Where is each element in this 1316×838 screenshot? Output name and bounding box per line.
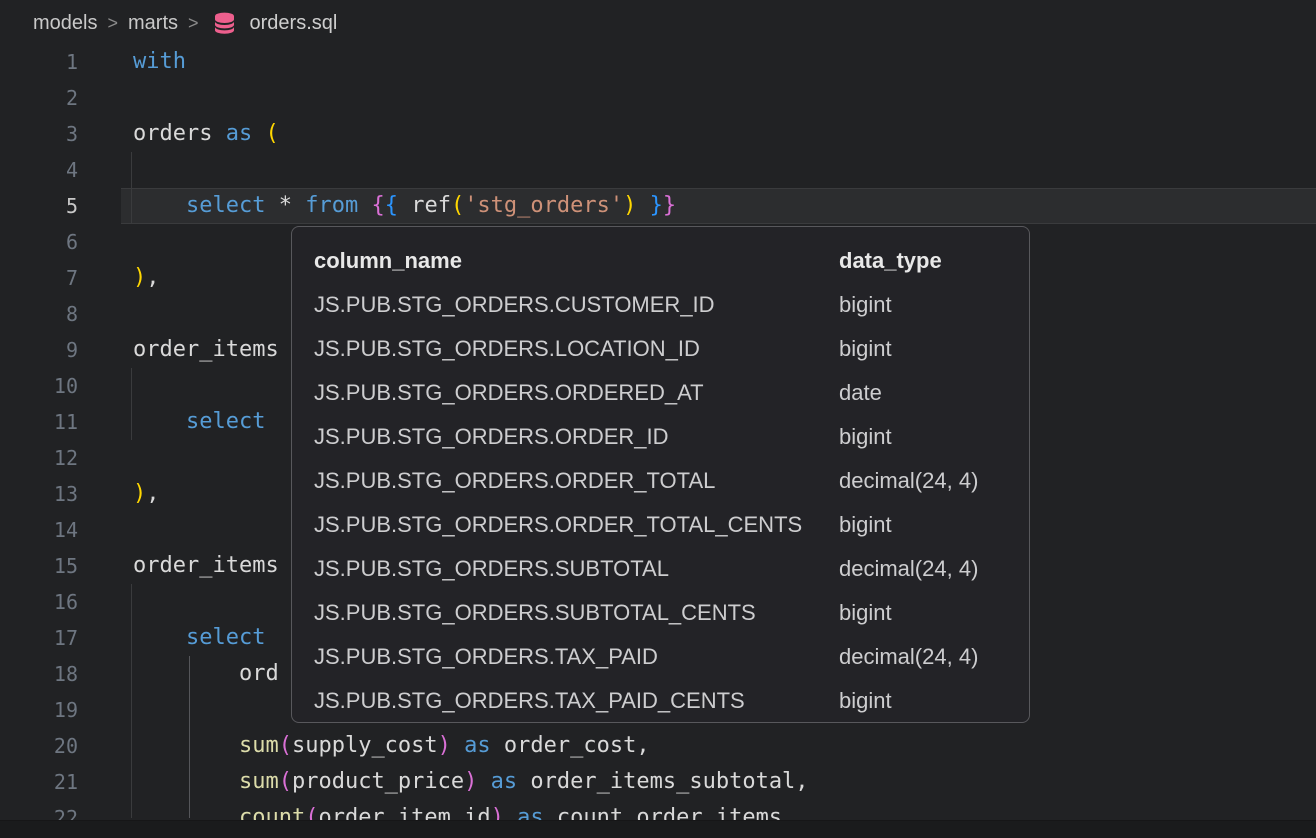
code-line[interactable]: 5 select * from {{ ref('stg_orders') }} — [0, 188, 1316, 224]
popup-cell-data-type: bigint — [839, 591, 1007, 635]
popup-cell-column-name: JS.PUB.STG_ORDERS.SUBTOTAL_CENTS — [314, 591, 839, 635]
line-number[interactable]: 15 — [0, 548, 78, 584]
line-number[interactable]: 11 — [0, 404, 78, 440]
line-number[interactable]: 1 — [0, 44, 78, 80]
code-text — [78, 584, 133, 620]
code-text — [78, 692, 133, 728]
popup-cell-column-name: JS.PUB.STG_ORDERS.ORDER_TOTAL_CENTS — [314, 503, 839, 547]
popup-table-row: JS.PUB.STG_ORDERS.LOCATION_IDbigint — [292, 327, 1029, 371]
line-number[interactable]: 14 — [0, 512, 78, 548]
line-number[interactable]: 6 — [0, 224, 78, 260]
popup-table-row: JS.PUB.STG_ORDERS.CUSTOMER_IDbigint — [292, 283, 1029, 327]
code-text — [78, 152, 133, 188]
popup-cell-column-name: JS.PUB.STG_ORDERS.TAX_PAID — [314, 635, 839, 679]
code-text: select — [78, 404, 265, 440]
popup-cell-column-name: JS.PUB.STG_ORDERS.ORDER_ID — [314, 415, 839, 459]
popup-cell-column-name: JS.PUB.STG_ORDERS.SUBTOTAL — [314, 547, 839, 591]
popup-cell-data-type: decimal(24, 4) — [839, 547, 1007, 591]
line-number[interactable]: 10 — [0, 368, 78, 404]
line-number[interactable]: 19 — [0, 692, 78, 728]
code-text — [78, 224, 133, 260]
popup-cell-data-type: date — [839, 371, 1007, 415]
popup-cell-data-type: bigint — [839, 283, 1007, 327]
code-text: order_items — [78, 548, 279, 584]
popup-cell-column-name: JS.PUB.STG_ORDERS.TAX_PAID_CENTS — [314, 679, 839, 723]
code-text — [78, 80, 133, 116]
breadcrumb-item-models[interactable]: models — [33, 12, 97, 35]
code-text: ), — [78, 260, 160, 296]
line-number[interactable]: 9 — [0, 332, 78, 368]
code-line[interactable]: 21 sum(product_price) as order_items_sub… — [0, 764, 1316, 800]
code-text: order_items — [78, 332, 279, 368]
line-number[interactable]: 12 — [0, 440, 78, 476]
code-text — [78, 296, 133, 332]
code-text: select * from {{ ref('stg_orders') }} — [78, 188, 676, 224]
popup-table-row: JS.PUB.STG_ORDERS.ORDER_TOTAL_CENTSbigin… — [292, 503, 1029, 547]
popup-header-row: column_name data_type — [292, 239, 1029, 283]
line-number[interactable]: 3 — [0, 116, 78, 152]
popup-cell-data-type: bigint — [839, 415, 1007, 459]
popup-table-row: JS.PUB.STG_ORDERS.ORDER_IDbigint — [292, 415, 1029, 459]
popup-cell-column-name: JS.PUB.STG_ORDERS.LOCATION_ID — [314, 327, 839, 371]
code-text — [78, 440, 133, 476]
code-text: sum(supply_cost) as order_cost, — [78, 728, 650, 764]
line-number[interactable]: 20 — [0, 728, 78, 764]
line-number[interactable]: 8 — [0, 296, 78, 332]
popup-cell-column-name: JS.PUB.STG_ORDERS.ORDER_TOTAL — [314, 459, 839, 503]
code-text: ), — [78, 476, 160, 512]
code-line[interactable]: 4 — [0, 152, 1316, 188]
database-icon — [211, 10, 238, 37]
code-text: select — [78, 620, 265, 656]
popup-cell-data-type: bigint — [839, 503, 1007, 547]
popup-table-row: JS.PUB.STG_ORDERS.TAX_PAID_CENTSbigint — [292, 679, 1029, 723]
line-number[interactable]: 13 — [0, 476, 78, 512]
code-line[interactable]: 20 sum(supply_cost) as order_cost, — [0, 728, 1316, 764]
line-number[interactable]: 2 — [0, 80, 78, 116]
popup-rows: JS.PUB.STG_ORDERS.CUSTOMER_IDbigintJS.PU… — [292, 283, 1029, 723]
popup-table-row: JS.PUB.STG_ORDERS.SUBTOTALdecimal(24, 4) — [292, 547, 1029, 591]
breadcrumb-item-marts[interactable]: marts — [128, 12, 178, 35]
line-number[interactable]: 21 — [0, 764, 78, 800]
popup-table-row: JS.PUB.STG_ORDERS.ORDERED_ATdate — [292, 371, 1029, 415]
popup-cell-data-type: bigint — [839, 679, 1007, 723]
code-text — [78, 512, 133, 548]
code-line[interactable]: 1with — [0, 44, 1316, 80]
breadcrumb-file-name[interactable]: orders.sql — [250, 12, 338, 35]
popup-cell-data-type: decimal(24, 4) — [839, 459, 1007, 503]
popup-table-row: JS.PUB.STG_ORDERS.ORDER_TOTALdecimal(24,… — [292, 459, 1029, 503]
line-number[interactable]: 16 — [0, 584, 78, 620]
code-text: sum(product_price) as order_items_subtot… — [78, 764, 809, 800]
line-number[interactable]: 4 — [0, 152, 78, 188]
line-number[interactable]: 18 — [0, 656, 78, 692]
popup-header-column-name: column_name — [314, 239, 839, 283]
popup-table-row: JS.PUB.STG_ORDERS.SUBTOTAL_CENTSbigint — [292, 591, 1029, 635]
code-text: with — [78, 44, 186, 80]
popup-header-data-type: data_type — [839, 239, 1007, 283]
editor-bottom-strip — [0, 820, 1316, 838]
popup-cell-data-type: bigint — [839, 327, 1007, 371]
line-number[interactable]: 17 — [0, 620, 78, 656]
popup-table-row: JS.PUB.STG_ORDERS.TAX_PAIDdecimal(24, 4) — [292, 635, 1029, 679]
popup-cell-column-name: JS.PUB.STG_ORDERS.CUSTOMER_ID — [314, 283, 839, 327]
line-number[interactable]: 7 — [0, 260, 78, 296]
editor-window: models > marts > orders.sql 1with23order… — [0, 0, 1316, 838]
line-number[interactable]: 5 — [0, 188, 78, 224]
popup-cell-column-name: JS.PUB.STG_ORDERS.ORDERED_AT — [314, 371, 839, 415]
code-text: ord — [78, 656, 279, 692]
column-metadata-popup: column_name data_type JS.PUB.STG_ORDERS.… — [291, 226, 1030, 723]
code-line[interactable]: 2 — [0, 80, 1316, 116]
breadcrumb-separator: > — [188, 13, 199, 34]
code-text: orders as ( — [78, 116, 279, 152]
breadcrumb: models > marts > orders.sql — [0, 0, 1316, 46]
code-line[interactable]: 3orders as ( — [0, 116, 1316, 152]
code-text — [78, 368, 133, 404]
breadcrumb-separator: > — [107, 13, 118, 34]
popup-cell-data-type: decimal(24, 4) — [839, 635, 1007, 679]
